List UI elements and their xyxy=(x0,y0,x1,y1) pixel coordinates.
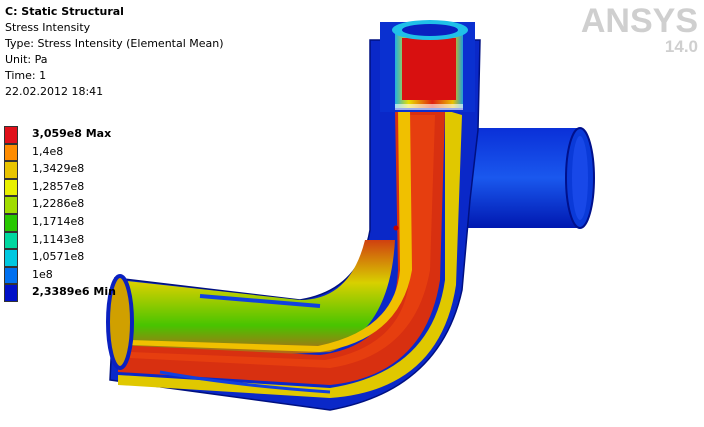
legend-label: 1,4e8 xyxy=(32,144,64,158)
result-name: Stress Intensity xyxy=(5,21,91,34)
legend-label: 1,1143e8 xyxy=(32,232,85,246)
legend-label: 1,3429e8 xyxy=(32,162,85,176)
result-time: Time: 1 xyxy=(5,69,47,82)
legend-swatch xyxy=(4,249,18,267)
legend-swatch xyxy=(4,214,18,232)
ansys-brand: ANSYS 14.0 xyxy=(581,2,698,57)
legend-swatch xyxy=(4,178,18,197)
legend-swatch xyxy=(4,231,18,250)
legend-swatch xyxy=(4,143,18,162)
legend-label: 1,1714e8 xyxy=(32,215,85,228)
legend-label: 3,059e8 Max xyxy=(32,127,112,140)
ansys-logo: ANSYS xyxy=(580,2,698,40)
result-header: C: Static Structural Stress Intensity Ty… xyxy=(5,4,224,100)
legend-label: 2,3389e6 Min xyxy=(32,285,116,299)
result-unit: Unit: Pa xyxy=(5,53,48,66)
result-type: Type: Stress Intensity (Elemental Mean) xyxy=(5,37,224,50)
graphics-viewport[interactable]: C: Static Structural Stress Intensity Ty… xyxy=(0,0,704,427)
side-branch-pipe[interactable] xyxy=(460,127,595,229)
analysis-title: C: Static Structural xyxy=(5,5,124,18)
legend-swatch xyxy=(4,284,18,302)
result-date: 22.02.2012 18:41 xyxy=(5,85,104,98)
legend-label: 1,2286e8 xyxy=(32,197,85,211)
legend-swatch xyxy=(4,126,18,144)
legend-label: 1e8 xyxy=(32,267,53,281)
legend-swatch xyxy=(4,196,18,214)
legend-swatch xyxy=(4,266,18,285)
top-flange[interactable] xyxy=(380,20,475,112)
legend-swatch xyxy=(4,161,18,179)
legend-label: 1,0571e8 xyxy=(32,250,85,264)
legend-label: 1,2857e8 xyxy=(32,179,85,193)
